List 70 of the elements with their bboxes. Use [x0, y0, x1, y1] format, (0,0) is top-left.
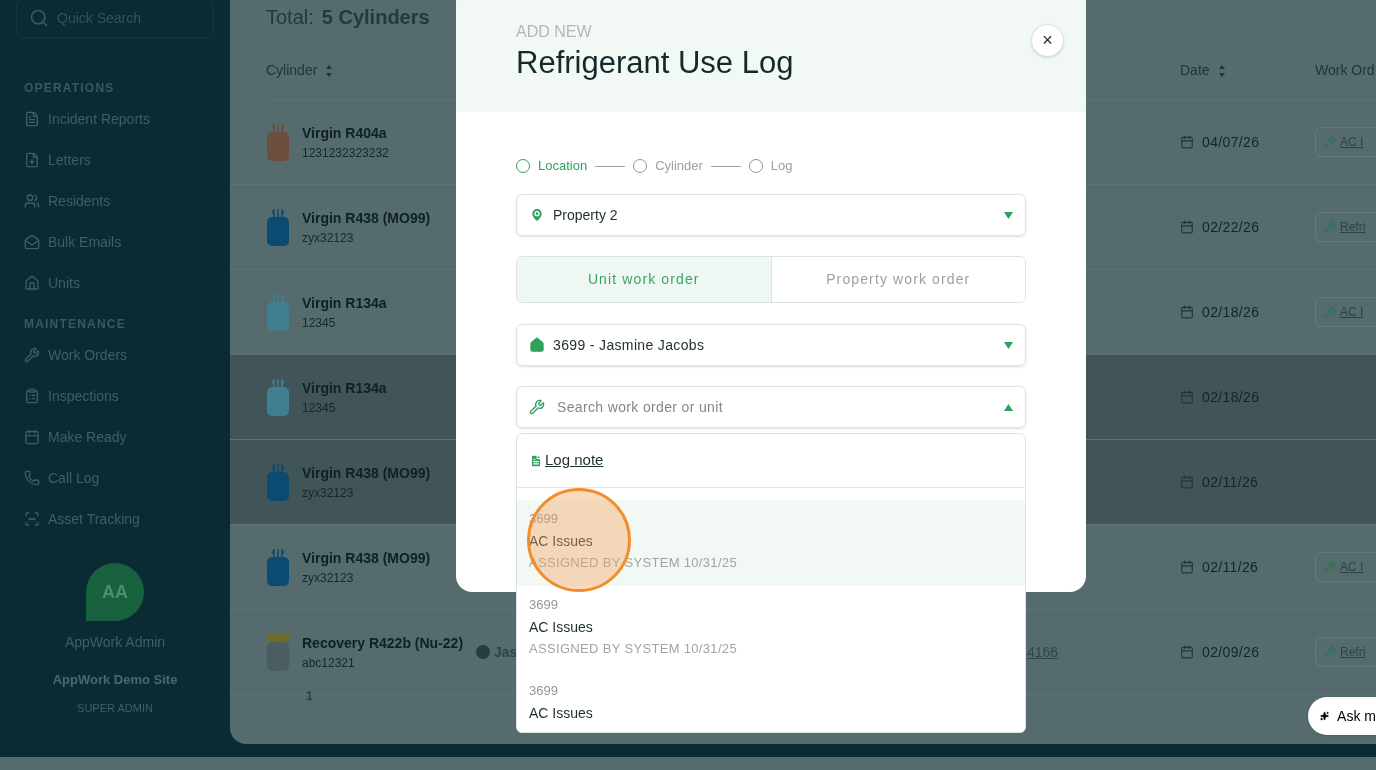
wrench-icon [1324, 136, 1336, 148]
cylinder-code: abc12321 [302, 654, 356, 672]
house-icon [24, 275, 40, 291]
calendar-icon [1180, 305, 1194, 319]
calendar-icon [24, 429, 40, 445]
date-text: 02/11/26 [1202, 557, 1259, 577]
cylinder-code: zyx32123 [302, 229, 355, 247]
step-indicator: Location [516, 156, 588, 176]
cylinder-code: 1231232323232 [302, 144, 389, 162]
cylinder-code: 12345 [302, 314, 337, 332]
search-icon [29, 8, 49, 28]
cylinder-name: Recovery R422b (Nu-22) [302, 633, 464, 653]
ask-button[interactable]: Ask m [1308, 697, 1376, 735]
search-input[interactable]: Search work order or unit [557, 396, 992, 418]
location-pin-icon [529, 207, 545, 223]
scan-icon [24, 511, 40, 527]
calendar-icon [1180, 645, 1194, 659]
caret-icon [1004, 341, 1013, 349]
cylinder-icon [266, 207, 290, 247]
envelope-icon [24, 234, 40, 250]
date-text: 02/09/26 [1202, 642, 1260, 662]
work-order-search-field[interactable]: Search work order or unit [516, 386, 1026, 428]
cylinder-name: Virgin R438 (MO99) [302, 548, 431, 568]
house-icon [529, 337, 545, 353]
calendar-icon [1180, 390, 1194, 404]
date-text: 02/18/26 [1202, 302, 1260, 322]
cylinder-code: zyx32123 [302, 569, 355, 587]
cylinder-icon [266, 122, 290, 162]
cylinder-icon [266, 632, 290, 672]
wrench-icon [1324, 306, 1336, 318]
assignee-avatar [476, 645, 490, 659]
cylinder-name: Virgin R404a [302, 123, 388, 143]
page-number[interactable]: 1 [306, 687, 313, 705]
cylinder-icon [266, 462, 290, 502]
date-text: 04/07/26 [1202, 132, 1260, 152]
eyebrow-text: ADD NEW [516, 22, 593, 42]
wrench-icon [1324, 646, 1336, 658]
calendar-icon [1180, 220, 1194, 234]
note-icon [529, 453, 543, 468]
document-icon [24, 111, 40, 127]
cylinder-name: Virgin R438 (MO99) [302, 208, 431, 228]
caret-icon [1004, 211, 1013, 219]
date-text: 02/22/26 [1202, 217, 1260, 237]
step-indicator: Cylinder [633, 156, 703, 176]
cylinder-name: Virgin R134a [302, 293, 387, 313]
property-select[interactable]: Property 2 [516, 194, 1026, 236]
unit-select[interactable]: 3699 - Jasmine Jacobs [516, 324, 1026, 366]
modal-title: Refrigerant Use Log [516, 44, 794, 82]
step-indicator: Log [748, 156, 793, 176]
wrench-icon [24, 347, 40, 363]
calendar-icon [1180, 475, 1194, 489]
calendar-icon [1180, 135, 1194, 149]
close-button[interactable]: × [1031, 24, 1064, 57]
calendar-icon [1180, 560, 1194, 574]
wrench-icon [1324, 561, 1336, 573]
wrench-icon [1324, 221, 1336, 233]
people-icon [24, 193, 40, 209]
log-note-link[interactable]: Log note [545, 449, 604, 472]
cylinder-icon [266, 547, 290, 587]
sort-icon[interactable] [1217, 63, 1226, 78]
cylinder-icon [266, 377, 290, 417]
cylinder-icon [266, 292, 290, 332]
toggle-tab[interactable]: Property work order [770, 257, 1025, 302]
toggle-tab[interactable]: Unit work order [517, 257, 771, 302]
sort-icon[interactable] [325, 63, 334, 78]
file-icon [24, 152, 40, 168]
wrench-icon [529, 399, 545, 415]
phone-icon [24, 470, 40, 486]
site-name: AppWork Demo Site [52, 671, 178, 689]
clipboard-icon [24, 388, 40, 404]
